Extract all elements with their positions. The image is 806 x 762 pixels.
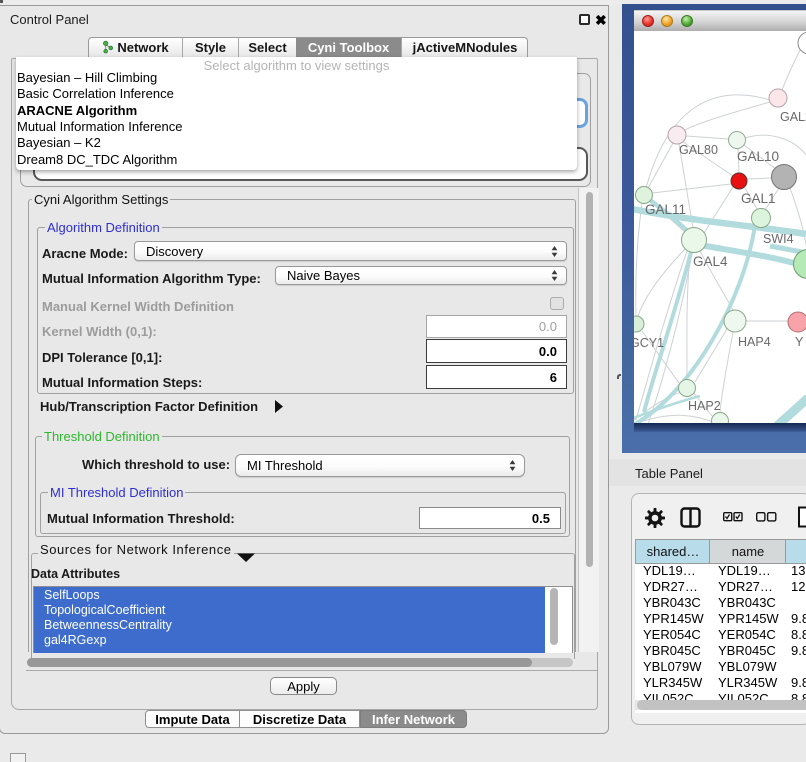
svg-text:SWI4: SWI4: [763, 232, 794, 246]
svg-text:HAP2: HAP2: [688, 399, 721, 413]
svg-text:Y: Y: [795, 335, 804, 349]
svg-text:GAL2: GAL2: [780, 110, 806, 124]
svg-text:GAL1: GAL1: [741, 191, 776, 206]
svg-text:GAL4: GAL4: [693, 254, 728, 269]
svg-text:GAL11: GAL11: [645, 202, 686, 217]
svg-text:GCY1: GCY1: [634, 336, 664, 350]
svg-text:HAP4: HAP4: [738, 335, 771, 349]
svg-text:GAL80: GAL80: [679, 143, 718, 157]
svg-text:GAL10: GAL10: [737, 149, 779, 164]
